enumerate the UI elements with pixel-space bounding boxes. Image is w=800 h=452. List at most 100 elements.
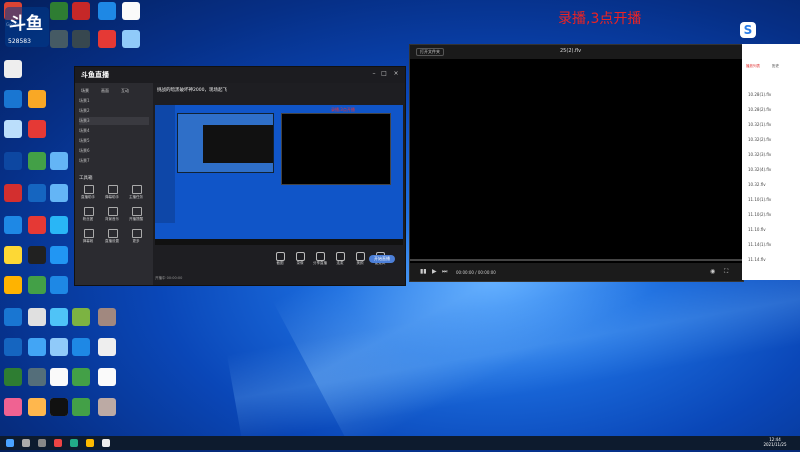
toolbox-item[interactable]: 弹幕姬 [79, 229, 97, 247]
playlist-item[interactable]: 10.32(4).flv [748, 167, 798, 172]
desktop-icon[interactable] [120, 2, 142, 32]
desktop-icon[interactable] [2, 152, 24, 182]
desktop-icon[interactable] [26, 368, 48, 398]
desktop-icon[interactable] [48, 184, 70, 214]
desktop-icon[interactable] [96, 398, 118, 428]
desktop-icon[interactable] [2, 90, 24, 120]
playlist-item[interactable]: 10.32.flv [748, 182, 798, 187]
desktop-icon[interactable] [2, 398, 24, 428]
app-tray-icon[interactable]: S [740, 22, 756, 38]
desktop-icon[interactable] [48, 246, 70, 276]
desktop-icon[interactable] [48, 276, 70, 306]
playlist-item[interactable]: 10.32(2).flv [748, 137, 798, 142]
playlist-item[interactable]: 11.10(2).flv [748, 212, 798, 217]
desktop-icon[interactable] [2, 60, 24, 90]
scene-item[interactable]: 场景2 [79, 107, 149, 115]
scene-item[interactable]: 场景6 [79, 147, 149, 155]
desktop-icon[interactable] [26, 398, 48, 428]
desktop-icon[interactable] [26, 246, 48, 276]
play-icon[interactable]: ▶ [432, 268, 437, 275]
taskbar-app-icon[interactable] [102, 439, 110, 447]
desktop-icon[interactable] [2, 368, 24, 398]
desktop-icon[interactable] [2, 276, 24, 306]
close-icon[interactable]: × [393, 71, 399, 77]
next-icon[interactable]: ⏭ [442, 268, 447, 276]
playlist-item[interactable]: 10.28(1).flv [748, 92, 798, 97]
scene-item[interactable]: 场景4 [79, 127, 149, 135]
toolbox-item[interactable]: 开播提醒 [127, 207, 145, 225]
control-button[interactable]: 分享直播 [311, 252, 329, 268]
search-icon[interactable] [22, 439, 30, 447]
volume-icon[interactable]: ◉ [710, 268, 715, 275]
playlist-item[interactable]: 10.32(3).flv [748, 152, 798, 157]
control-button[interactable]: 连麦 [331, 252, 349, 268]
desktop-icon[interactable] [26, 90, 48, 120]
desktop-icon[interactable] [26, 152, 48, 182]
desktop-icon[interactable] [48, 2, 70, 32]
desktop-icon[interactable] [26, 184, 48, 214]
control-button[interactable]: 录像 [291, 252, 309, 268]
desktop-icon[interactable] [70, 338, 92, 368]
desktop-icon[interactable] [48, 308, 70, 338]
playlist-item[interactable]: 11.10.flv [748, 227, 798, 232]
history-tab[interactable]: 历史 [772, 64, 779, 69]
control-button[interactable]: 截图 [271, 252, 289, 268]
playlist-item[interactable]: 10.32(1).flv [748, 122, 798, 127]
desktop-icon[interactable] [2, 120, 24, 150]
start-icon[interactable] [6, 439, 14, 447]
desktop-icon[interactable] [2, 184, 24, 214]
toolbox-item[interactable]: 直播助手 [79, 185, 97, 203]
desktop-icon[interactable] [70, 398, 92, 428]
maximize-icon[interactable]: □ [381, 71, 387, 77]
desktop-icon[interactable] [70, 368, 92, 398]
toolbox-item[interactable]: 直播设置 [103, 229, 121, 247]
taskbar-app-icon[interactable] [54, 439, 62, 447]
desktop-icon[interactable] [26, 120, 48, 150]
desktop-icon[interactable] [48, 368, 70, 398]
desktop-icon[interactable] [96, 308, 118, 338]
open-folder-button[interactable]: 打开文件夹 [416, 48, 444, 56]
desktop-icon[interactable] [48, 338, 70, 368]
scene-item[interactable]: 场景7 [79, 157, 149, 165]
taskbar-app-icon[interactable] [70, 439, 78, 447]
desktop-icon[interactable] [70, 308, 92, 338]
minimize-icon[interactable]: – [371, 71, 377, 77]
playlist-item[interactable]: 11.14.flv [748, 257, 798, 262]
toolbox-item[interactable]: 粉丝团 [79, 207, 97, 225]
desktop-icon[interactable] [96, 368, 118, 398]
toolbox-item[interactable]: 更多 [127, 229, 145, 247]
toolbox-item[interactable]: 主播任务 [127, 185, 145, 203]
taskview-icon[interactable] [38, 439, 46, 447]
desktop-icon[interactable] [2, 216, 24, 246]
playlist-item[interactable]: 11.10(1).flv [748, 197, 798, 202]
desktop-icon[interactable] [26, 276, 48, 306]
control-button[interactable]: 美颜 [351, 252, 369, 268]
scene-item[interactable]: 场景5 [79, 137, 149, 145]
player-progress-bar[interactable] [410, 259, 743, 261]
go-live-button[interactable]: 开始直播 [369, 255, 395, 263]
scene-item[interactable]: 场景3 [79, 117, 149, 125]
desktop-icon[interactable] [120, 30, 142, 60]
scene-tab[interactable]: 场景 [81, 88, 89, 94]
fullscreen-icon[interactable]: ⛶ [724, 268, 728, 276]
desktop-icon[interactable] [48, 216, 70, 246]
toolbox-item[interactable]: 背景音乐 [103, 207, 121, 225]
desktop-icon[interactable] [48, 30, 70, 60]
desktop-icon[interactable] [96, 30, 118, 60]
scene-tab[interactable]: 画面 [101, 88, 109, 94]
playlist-item[interactable]: 10.28(2).flv [748, 107, 798, 112]
desktop-icon[interactable] [48, 398, 70, 428]
playlist-item[interactable]: 11.14(1).flv [748, 242, 798, 247]
desktop-icon[interactable] [70, 30, 92, 60]
desktop-icon[interactable] [2, 246, 24, 276]
desktop-icon[interactable] [48, 152, 70, 182]
desktop-icon[interactable] [26, 308, 48, 338]
taskbar-app-icon[interactable] [86, 439, 94, 447]
scene-tab[interactable]: 互动 [121, 88, 129, 94]
desktop-icon[interactable] [26, 216, 48, 246]
desktop-icon[interactable] [2, 308, 24, 338]
playlist-tab[interactable]: 播放列表 [746, 64, 760, 69]
desktop-icon[interactable] [96, 2, 118, 32]
toolbox-item[interactable]: 弹幕助手 [103, 185, 121, 203]
desktop-icon[interactable] [96, 338, 118, 368]
